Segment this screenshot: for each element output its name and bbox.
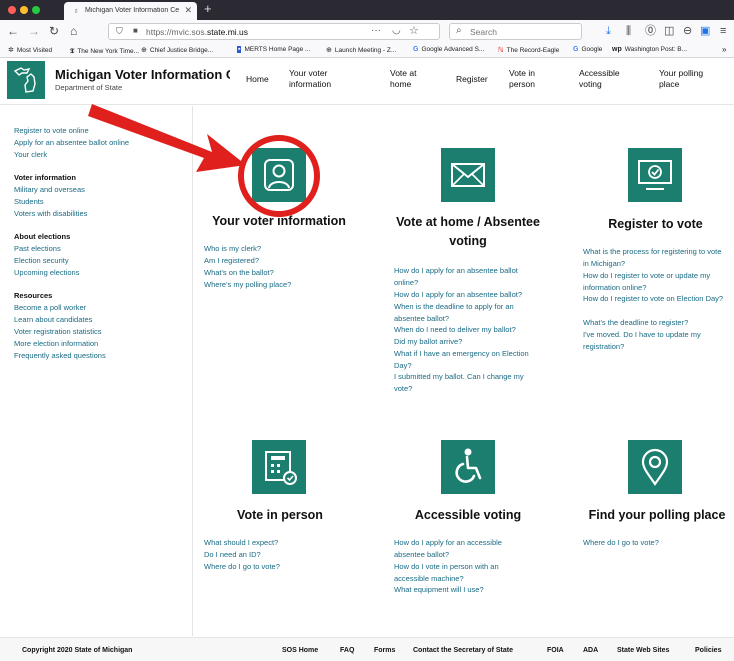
footer-copyright: Copyright 2020 State of Michigan [22, 647, 133, 654]
footer-link-faq[interactable]: FAQ [340, 647, 354, 654]
footer-link-foia[interactable]: FOIA [547, 647, 564, 654]
footer-link-sos-home[interactable]: SOS Home [282, 647, 318, 654]
footer-link-state-web-sites[interactable]: State Web Sites [617, 647, 669, 654]
red-circle-highlight [238, 135, 320, 217]
footer-link-ada[interactable]: ADA [583, 647, 598, 654]
red-arrow-icon [88, 104, 246, 172]
footer-link-policies[interactable]: Policies [695, 647, 721, 654]
site-footer: Copyright 2020 State of Michigan SOS Hom… [0, 637, 734, 661]
annotation-overlay [88, 104, 320, 217]
footer-link-contact[interactable]: Contact the Secretary of State [413, 647, 513, 654]
footer-link-forms[interactable]: Forms [374, 647, 395, 654]
